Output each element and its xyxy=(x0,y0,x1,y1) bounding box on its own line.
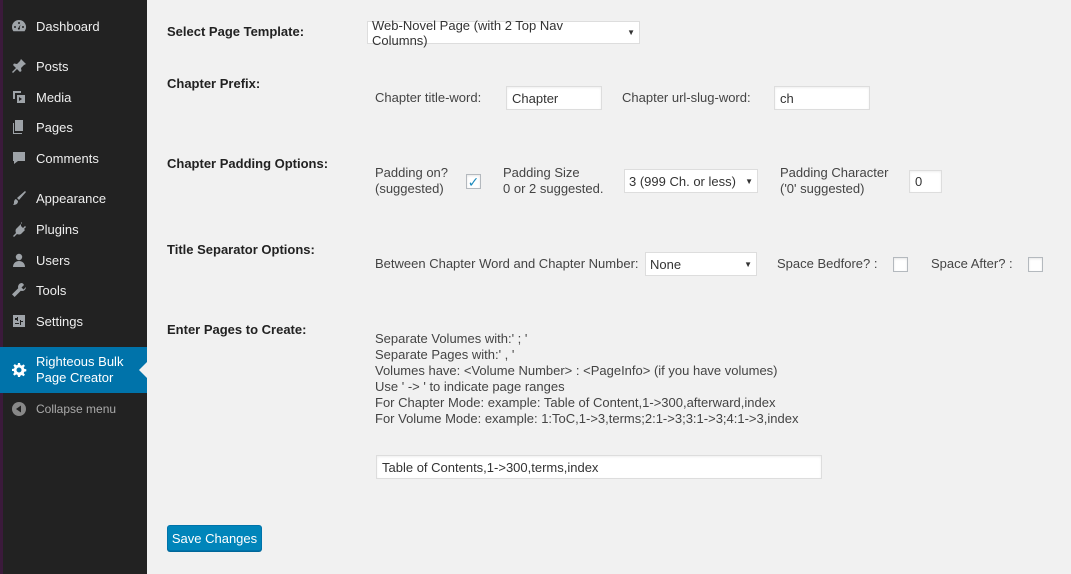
sidebar-item-label: Users xyxy=(36,252,70,268)
space-before-label: Space Bedfore? : xyxy=(777,256,878,271)
padding-size-label: Padding Size 0 or 2 suggested. xyxy=(503,165,603,197)
title-word-label: Chapter title-word: xyxy=(375,90,482,105)
sidebar-item-label: Settings xyxy=(36,313,83,329)
pages-input[interactable]: Table of Contents,1->300,terms,index xyxy=(376,455,822,479)
help-line: Separate Volumes with:' ; ' xyxy=(375,331,528,346)
template-select[interactable]: Web-Novel Page (with 2 Top Nav Columns) … xyxy=(367,18,640,48)
admin-sidebar: Dashboard Posts Media Pages Comments App… xyxy=(0,0,147,574)
sidebar-item-tools[interactable]: Tools xyxy=(0,276,147,304)
padding-size-select[interactable]: 3 (999 Ch. or less) ▼ xyxy=(624,169,758,193)
chevron-down-icon: ▼ xyxy=(627,28,635,37)
sidebar-active-line1: Righteous Bulk xyxy=(36,354,124,369)
active-indicator-arrow xyxy=(139,362,147,378)
padding-size-value: 3 (999 Ch. or less) xyxy=(629,173,736,189)
gear-icon xyxy=(11,362,27,378)
sidebar-item-pages[interactable]: Pages xyxy=(0,113,147,141)
sidebar-item-comments[interactable]: Comments xyxy=(0,144,147,172)
sidebar-item-label: Media xyxy=(36,89,72,105)
space-after-label: Space After? : xyxy=(931,256,1013,271)
sidebar-item-label: Appearance xyxy=(36,190,107,206)
pages-icon xyxy=(11,119,27,135)
main-content: Select Page Template: Web-Novel Page (wi… xyxy=(147,0,1071,574)
pages-help-text: Separate Volumes with:' ; ' Separate Pag… xyxy=(375,331,798,427)
collapse-menu-button[interactable]: Collapse menu xyxy=(0,395,147,423)
sidebar-item-label: Plugins xyxy=(36,221,79,237)
chapter-prefix-label: Chapter Prefix: xyxy=(167,76,261,91)
media-icon xyxy=(11,89,27,105)
dashboard-icon xyxy=(11,18,27,34)
title-word-input[interactable]: Chapter xyxy=(506,86,602,110)
padding-on-line1: Padding on? xyxy=(375,165,449,180)
help-line: For Volume Mode: example: 1:ToC,1->3,ter… xyxy=(375,411,799,426)
pages-label: Enter Pages to Create: xyxy=(167,322,307,337)
chevron-down-icon: ▼ xyxy=(745,176,753,186)
sidebar-item-label: Pages xyxy=(36,119,73,135)
padding-char-label: Padding Character ('0' suggested) xyxy=(780,165,888,197)
collapse-icon xyxy=(11,401,27,417)
sidebar-item-settings[interactable]: Settings xyxy=(0,307,147,335)
sidebar-item-media[interactable]: Media xyxy=(0,83,147,111)
padding-size-line1: Padding Size xyxy=(503,165,580,180)
sidebar-item-users[interactable]: Users xyxy=(0,246,147,274)
pin-icon xyxy=(11,58,27,74)
save-changes-button[interactable]: Save Changes xyxy=(167,525,262,551)
space-after-checkbox[interactable] xyxy=(1028,257,1043,272)
sidebar-item-label: Righteous Bulk Page Creator xyxy=(36,354,123,386)
sidebar-item-dashboard[interactable]: Dashboard xyxy=(0,12,147,40)
between-label: Between Chapter Word and Chapter Number: xyxy=(375,256,639,271)
separator-options-label: Title Separator Options: xyxy=(167,242,315,257)
template-label: Select Page Template: xyxy=(167,24,305,39)
help-line: Use ' -> ' to indicate page ranges xyxy=(375,379,565,394)
help-line: For Chapter Mode: example: Table of Cont… xyxy=(375,395,776,410)
padding-char-line2: ('0' suggested) xyxy=(780,181,865,196)
slug-word-input[interactable]: ch xyxy=(774,86,870,110)
comment-icon xyxy=(11,150,27,166)
chevron-down-icon: ▼ xyxy=(744,259,752,269)
padding-options-label: Chapter Padding Options: xyxy=(167,156,329,171)
padding-on-checkbox[interactable]: ✓ xyxy=(466,174,481,189)
sidebar-item-appearance[interactable]: Appearance xyxy=(0,184,147,212)
sidebar-item-plugins[interactable]: Plugins xyxy=(0,215,147,243)
slug-word-label: Chapter url-slug-word: xyxy=(622,90,751,105)
sidebar-active-line2: Page Creator xyxy=(36,370,114,385)
brush-icon xyxy=(11,190,27,206)
plug-icon xyxy=(11,221,27,237)
sidebar-item-label: Dashboard xyxy=(36,18,100,34)
padding-char-input[interactable]: 0 xyxy=(909,170,942,193)
collapse-menu-label: Collapse menu xyxy=(36,402,117,416)
sidebar-item-righteous-bulk-page-creator[interactable]: Righteous Bulk Page Creator xyxy=(0,347,147,393)
help-line: Separate Pages with:' , ' xyxy=(375,347,515,362)
wrench-icon xyxy=(11,282,27,298)
sidebar-item-posts[interactable]: Posts xyxy=(0,52,147,80)
between-select-value: None xyxy=(650,256,682,272)
checkmark-icon: ✓ xyxy=(467,173,480,190)
sidebar-item-label: Comments xyxy=(36,150,99,166)
padding-on-line2: (suggested) xyxy=(375,181,444,196)
sidebar-item-label: Tools xyxy=(36,282,67,298)
help-line: Volumes have: <Volume Number> : <PageInf… xyxy=(375,363,778,378)
padding-char-line1: Padding Character xyxy=(780,165,889,180)
sidebar-item-label: Posts xyxy=(36,58,69,74)
space-before-checkbox[interactable] xyxy=(893,257,908,272)
settings-icon xyxy=(11,313,27,329)
padding-size-line2: 0 or 2 suggested. xyxy=(503,181,604,196)
padding-on-label: Padding on? (suggested) xyxy=(375,165,448,197)
between-select[interactable]: None ▼ xyxy=(645,252,757,276)
user-icon xyxy=(11,252,27,268)
template-select-value: Web-Novel Page (with 2 Top Nav Columns) xyxy=(372,17,564,48)
